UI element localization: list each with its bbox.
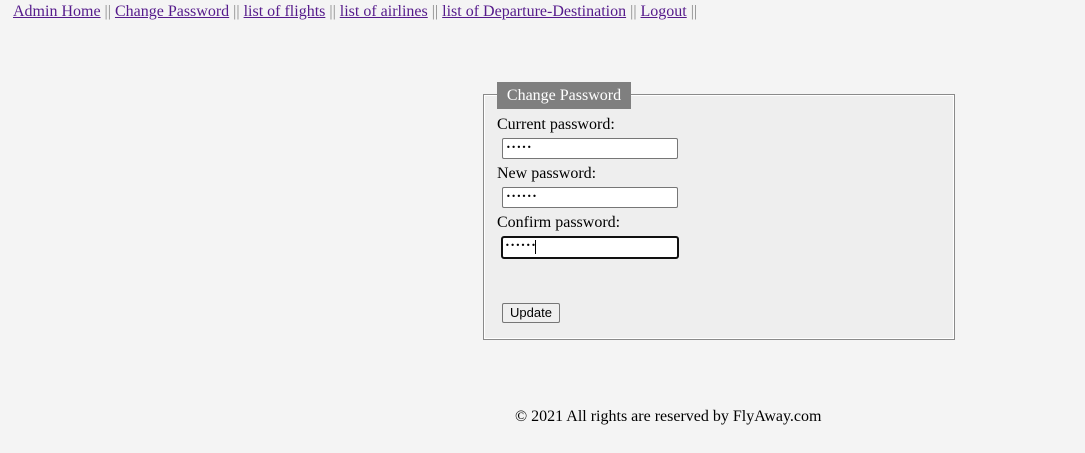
nav-link-change-password[interactable]: Change Password xyxy=(115,3,229,20)
footer-copyright: © 2021 All rights are reserved by FlyAwa… xyxy=(515,408,822,425)
fieldset-legend: Change Password xyxy=(497,82,631,109)
current-password-input[interactable]: ••••• xyxy=(502,138,678,159)
nav-separator: || xyxy=(690,3,698,20)
current-password-value: ••••• xyxy=(506,143,533,152)
nav-separator: || xyxy=(431,3,439,20)
confirm-password-input[interactable]: •••••• xyxy=(501,236,679,259)
new-password-label: New password: xyxy=(497,165,597,182)
nav-link-list-of-flights[interactable]: list of flights xyxy=(244,3,326,20)
confirm-password-value: •••••• xyxy=(505,241,537,250)
text-caret xyxy=(535,240,536,254)
current-password-label: Current password: xyxy=(497,116,615,133)
new-password-value: •••••• xyxy=(506,192,538,201)
nav-separator: || xyxy=(233,3,240,20)
top-nav: Admin Home || Change Password || list of… xyxy=(13,3,697,21)
nav-link-departure-destination[interactable]: list of Departure-Destination xyxy=(442,3,626,20)
nav-separator: || xyxy=(630,3,637,20)
new-password-input[interactable]: •••••• xyxy=(502,187,678,208)
nav-link-logout[interactable]: Logout xyxy=(641,3,687,20)
nav-separator: || xyxy=(329,3,336,20)
nav-separator: || xyxy=(104,3,111,20)
nav-link-list-of-airlines[interactable]: list of airlines xyxy=(340,3,428,20)
update-button[interactable]: Update xyxy=(502,303,560,323)
nav-link-admin-home[interactable]: Admin Home xyxy=(13,3,101,20)
confirm-password-label: Confirm password: xyxy=(497,214,621,231)
